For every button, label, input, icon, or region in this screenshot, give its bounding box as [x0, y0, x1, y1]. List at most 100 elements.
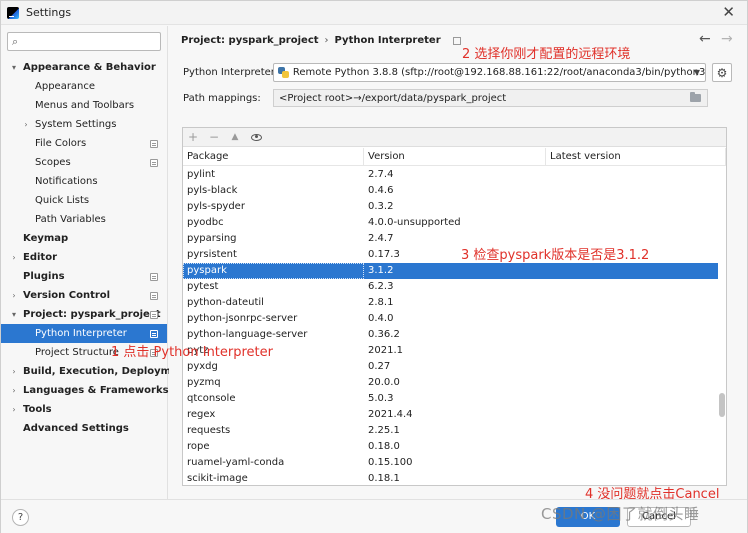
close-icon[interactable]: ✕	[722, 4, 735, 20]
table-row[interactable]: python-jsonrpc-server 0.4.0	[183, 311, 726, 327]
sidebar-item-keymap[interactable]: Keymap	[1, 229, 167, 248]
table-row[interactable]: pyzmq 20.0.0	[183, 375, 726, 391]
table-row[interactable]: requests 2.25.1	[183, 423, 726, 439]
package-version-cell: 2.7.4	[368, 169, 394, 180]
sidebar-item-appearance[interactable]: Appearance	[1, 77, 167, 96]
sidebar-item-build-execution-deployment[interactable]: › Build, Execution, Deployment	[1, 362, 189, 381]
watermark: CSDN @困了就倒头睡	[541, 505, 700, 523]
sidebar-item-label: Version Control	[23, 290, 111, 301]
sidebar-item-notifications[interactable]: Notifications	[1, 172, 167, 191]
package-name-cell: python-jsonrpc-server	[187, 313, 298, 324]
help-button[interactable]: ?	[12, 509, 29, 526]
sidebar-item-label: Appearance	[35, 81, 96, 92]
interpreter-select[interactable]: Remote Python 3.8.8 (sftp://root@192.168…	[273, 63, 706, 82]
sidebar-item-system-settings[interactable]: › System Settings	[1, 115, 167, 134]
dialog-footer: ? OK Cancel CSDN @困了就倒头睡	[1, 499, 747, 533]
search-icon: ⌕	[12, 35, 19, 48]
package-name-cell: qtconsole	[187, 393, 236, 404]
table-row[interactable]: ruamel-yaml-conda 0.15.100	[183, 455, 726, 471]
sidebar-item-menus-and-toolbars[interactable]: Menus and Toolbars	[1, 96, 167, 115]
table-row[interactable]: pyls-black 0.4.6	[183, 183, 726, 199]
packages-toolbar: + − ▲	[183, 128, 726, 147]
sidebar-item-plugins[interactable]: Plugins	[1, 267, 167, 286]
sidebar-item-label: Appearance & Behavior	[23, 62, 156, 73]
table-row[interactable]: rope 0.18.0	[183, 439, 726, 455]
package-name-cell: pyspark	[183, 263, 364, 279]
package-version-cell: 0.4.0	[368, 313, 394, 324]
window-title: Settings	[26, 6, 72, 19]
chevron-down-icon[interactable]: ▾	[9, 310, 19, 319]
interpreter-settings-button[interactable]: ⚙	[712, 63, 732, 82]
package-version-cell: 3.1.2	[364, 263, 546, 279]
package-version-cell: 5.0.3	[368, 393, 394, 404]
chevron-right-icon[interactable]: ›	[9, 405, 19, 414]
sidebar-item-advanced-settings[interactable]: Advanced Settings	[1, 419, 167, 438]
sidebar-item-label: Project Structure	[35, 347, 119, 358]
chevron-right-icon[interactable]: ›	[21, 120, 31, 129]
package-name-cell: rope	[187, 441, 210, 452]
chevron-right-icon[interactable]: ›	[9, 367, 19, 376]
sidebar-item-label: Notifications	[35, 176, 98, 187]
breadcrumb: Project: pyspark_project › Python Interp…	[181, 35, 461, 46]
package-name-cell: pyodbc	[187, 217, 224, 228]
path-mappings-field[interactable]: <Project root>→/export/data/pyspark_proj…	[273, 89, 708, 107]
sidebar-item-version-control[interactable]: › Version Control	[1, 286, 167, 305]
sidebar-item-appearance-behavior[interactable]: ▾ Appearance & Behavior	[1, 58, 167, 77]
chevron-right-icon[interactable]: ›	[9, 253, 19, 262]
package-version-cell: 20.0.0	[368, 377, 400, 388]
package-version-cell: 2021.4.4	[368, 409, 413, 420]
table-row[interactable]: regex 2021.4.4	[183, 407, 726, 423]
path-mappings-value: <Project root>→/export/data/pyspark_proj…	[279, 92, 507, 104]
sidebar-item-label: System Settings	[35, 119, 117, 130]
annotation-step-3: 3 检查pyspark版本是否是3.1.2	[461, 248, 650, 263]
chevron-down-icon: ▼	[693, 68, 700, 77]
folder-icon[interactable]	[690, 92, 701, 102]
column-header-version[interactable]: Version	[364, 148, 546, 166]
interpreter-value: Remote Python 3.8.8 (sftp://root@192.168…	[292, 67, 705, 78]
chevron-down-icon[interactable]: ▾	[9, 63, 19, 72]
sidebar-item-file-colors[interactable]: File Colors	[1, 134, 167, 153]
upgrade-package-icon[interactable]: ▲	[230, 132, 240, 142]
table-row[interactable]: pytest 6.2.3	[183, 279, 726, 295]
sidebar-item-label: Editor	[23, 252, 57, 263]
sidebar-item-label: File Colors	[35, 138, 87, 149]
breadcrumb-project[interactable]: Project: pyspark_project	[181, 35, 319, 46]
settings-sidebar: ⌕ ▾ Appearance & Behavior Appearance Menus …	[1, 26, 190, 499]
sidebar-item-label: Plugins	[23, 271, 65, 282]
table-row[interactable]: pyspark 3.1.2	[183, 263, 726, 279]
sidebar-item-project-pyspark-project[interactable]: ▾ Project: pyspark_project	[1, 305, 167, 324]
eye-icon[interactable]	[251, 133, 262, 141]
chevron-right-icon[interactable]: ›	[9, 291, 19, 300]
package-version-cell: 0.36.2	[368, 329, 400, 340]
sidebar-item-quick-lists[interactable]: Quick Lists	[1, 191, 167, 210]
table-row[interactable]: pyodbc 4.0.0-unsupported	[183, 215, 726, 231]
forward-arrow-icon[interactable]: →	[721, 31, 733, 47]
remove-package-icon[interactable]: −	[209, 130, 219, 144]
chevron-right-icon[interactable]: ›	[9, 386, 19, 395]
back-arrow-icon[interactable]: ←	[699, 31, 711, 47]
package-name-cell: ruamel-yaml-conda	[187, 457, 285, 468]
table-row[interactable]: pyls-spyder 0.3.2	[183, 199, 726, 215]
gear-icon: ⚙	[716, 65, 728, 80]
table-row[interactable]: python-dateutil 2.8.1	[183, 295, 726, 311]
column-header-package[interactable]: Package	[183, 148, 364, 166]
add-package-icon[interactable]: +	[188, 130, 198, 144]
search-input[interactable]	[26, 34, 156, 49]
scrollbar-thumb[interactable]	[719, 393, 725, 417]
sidebar-item-scopes[interactable]: Scopes	[1, 153, 167, 172]
table-row[interactable]: pylint 2.7.4	[183, 167, 726, 183]
project-scope-icon	[150, 272, 158, 281]
package-version-cell: 0.18.1	[368, 473, 400, 484]
table-row[interactable]: qtconsole 5.0.3	[183, 391, 726, 407]
sidebar-item-path-variables[interactable]: Path Variables	[1, 210, 167, 229]
package-version-cell: 6.2.3	[368, 281, 394, 292]
table-row[interactable]: pyxdg 0.27	[183, 359, 726, 375]
sidebar-item-languages-frameworks[interactable]: › Languages & Frameworks	[1, 381, 168, 400]
sidebar-item-tools[interactable]: › Tools	[1, 400, 167, 419]
search-box[interactable]: ⌕	[7, 32, 161, 51]
sidebar-item-editor[interactable]: › Editor	[1, 248, 167, 267]
package-name-cell: pyrsistent	[187, 249, 237, 260]
column-header-latest-version[interactable]: Latest version	[546, 148, 726, 166]
scrollbar[interactable]	[718, 167, 726, 485]
breadcrumb-page: Python Interpreter	[334, 35, 441, 46]
